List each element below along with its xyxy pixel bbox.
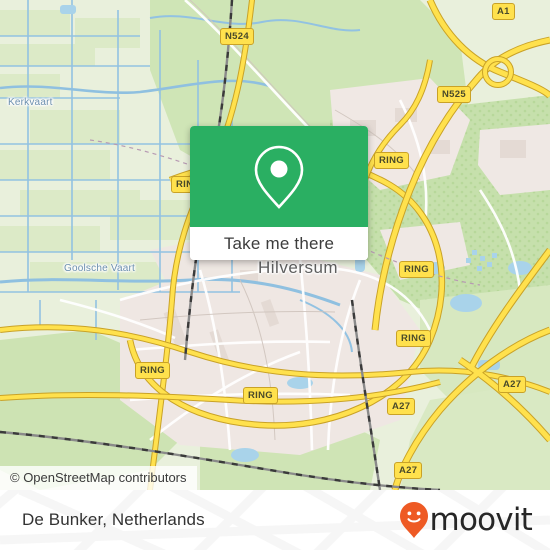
road-shield-ring-4[interactable]: RING xyxy=(396,330,431,347)
road-shield-ring-5[interactable]: RING xyxy=(135,362,170,379)
road-shield-a27-1[interactable]: A27 xyxy=(498,376,527,393)
road-shield-n524[interactable]: N524 xyxy=(220,28,254,45)
road-shield-ring-7[interactable]: A27 xyxy=(387,398,416,415)
road-shield-ring-3[interactable]: RING xyxy=(399,261,434,278)
footer-bar: De Bunker, Netherlands moovit xyxy=(0,490,550,550)
road-shield-ring-2[interactable]: RING xyxy=(374,152,409,169)
road-shield-ring-6[interactable]: RING xyxy=(243,387,278,404)
road-shield-a1[interactable]: A1 xyxy=(492,3,515,20)
card-pin-area xyxy=(190,126,368,227)
moovit-logo[interactable]: moovit xyxy=(399,501,533,539)
map-canvas[interactable]: Kerkvaart Goolsche Vaart Hilversum N524 … xyxy=(0,0,550,490)
map-pin-icon xyxy=(254,145,304,209)
moovit-map-screen: Kerkvaart Goolsche Vaart Hilversum N524 … xyxy=(0,0,550,550)
card-action-bar[interactable]: Take me there xyxy=(190,227,368,260)
moovit-wordmark: moovit xyxy=(429,501,533,538)
road-shield-a27-2[interactable]: A27 xyxy=(394,462,423,479)
moovit-pin-icon xyxy=(399,502,428,538)
road-shield-n525[interactable]: N525 xyxy=(437,86,471,103)
take-me-there-card[interactable]: Take me there xyxy=(190,126,368,260)
take-me-there-label: Take me there xyxy=(223,233,335,253)
osm-attribution[interactable]: © OpenStreetMap contributors xyxy=(0,466,197,490)
place-title: De Bunker, Netherlands xyxy=(22,510,205,529)
